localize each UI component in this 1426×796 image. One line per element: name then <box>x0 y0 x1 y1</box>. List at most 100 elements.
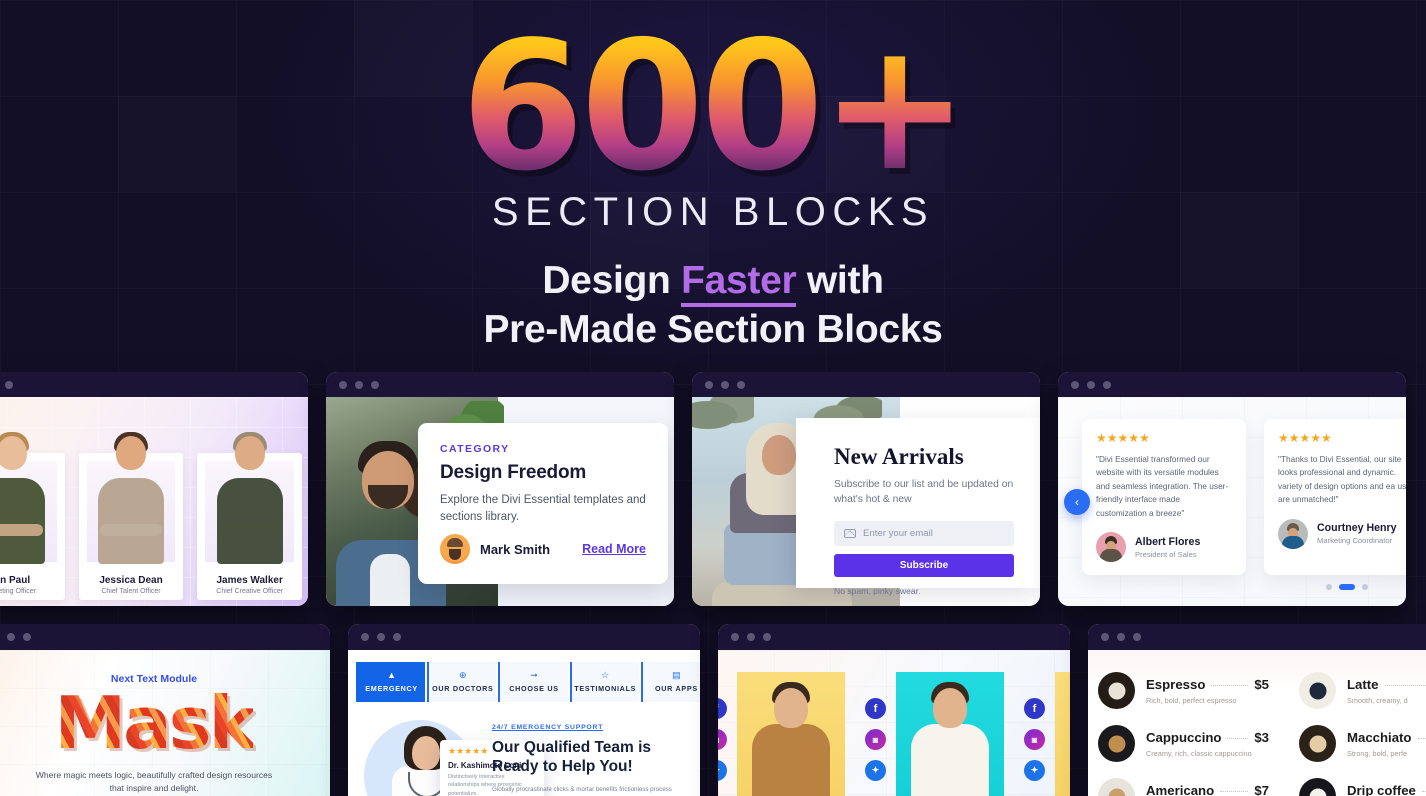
preview-card-blog[interactable]: CATEGORY Design Freedom Explore the Divi… <box>326 372 674 606</box>
member-name: James Walker <box>216 575 283 586</box>
instagram-icon[interactable]: ◙ <box>1024 729 1045 750</box>
avatar <box>1096 532 1126 563</box>
facebook-icon[interactable]: f <box>718 698 727 719</box>
read-more-link[interactable]: Read More <box>582 542 646 556</box>
carousel-dot[interactable] <box>1362 584 1368 590</box>
tab-label: TESTIMONIALS <box>574 684 637 693</box>
carousel-dots[interactable] <box>1326 584 1368 590</box>
testimonial-role: Marketing Coordinator <box>1317 536 1393 546</box>
testimonial-name: Albert Flores <box>1135 535 1201 548</box>
window-dot-minimize-icon <box>377 633 385 641</box>
carousel-dot-active[interactable] <box>1339 584 1355 590</box>
newsletter-body: Subscribe to our list and be updated on … <box>834 479 1014 506</box>
newsletter-panel: New Arrivals Subscribe to our list and b… <box>796 418 1040 596</box>
card-viewport: Next Text Module Mask Where magic meets … <box>0 650 330 796</box>
bell-icon: ▲ <box>387 670 397 680</box>
menu-item[interactable]: Espresso $5 Rich, bold, perfect espresso <box>1098 672 1269 709</box>
facebook-icon[interactable]: f <box>865 698 886 719</box>
team-member-card[interactable]: Jessica Dean Chief Talent Officer <box>78 432 184 600</box>
twitter-icon[interactable]: ✦ <box>718 760 727 781</box>
item-name: Macchiato <box>1347 729 1412 745</box>
menu-item[interactable]: Cappuccino $3 Creamy, rich, classic capp… <box>1098 725 1269 762</box>
blog-category: CATEGORY <box>440 443 510 455</box>
social-team-member[interactable]: f ◙ ✦ <box>1024 672 1070 796</box>
newsletter-note: No spam, pinky swear. <box>834 585 921 596</box>
menu-item[interactable]: Latte Smooth, creamy, d <box>1299 672 1426 709</box>
browser-chrome <box>0 372 308 397</box>
member-photo <box>0 432 53 564</box>
tagline-highlight: Faster <box>681 259 797 307</box>
tagline-part-2: with <box>796 259 884 302</box>
member-role: Chief Talent Officer <box>101 588 161 595</box>
avatar <box>1278 518 1308 549</box>
preview-card-mask-text[interactable]: Next Text Module Mask Where magic meets … <box>0 624 330 796</box>
newsletter-heading: New Arrivals <box>834 444 964 469</box>
tab-our-doctors[interactable]: ⊕ OUR DOCTORS <box>427 662 497 702</box>
menu-item[interactable]: Macchiato Strong, bold, perfe <box>1299 725 1426 762</box>
carousel-prev-button[interactable]: ‹ <box>1064 488 1090 515</box>
social-team-member[interactable]: f ◙ ✦ <box>718 672 845 796</box>
medical-heading: Our Qualified Team is Ready to Help You! <box>492 739 652 776</box>
team-member-card[interactable]: James Walker Chief Creative Officer <box>197 432 303 600</box>
email-field[interactable]: Enter your email <box>834 520 1014 546</box>
page-title-count: 600+ <box>460 3 970 210</box>
window-dot-maximize-icon <box>1103 380 1111 389</box>
card-viewport: f ◙ ✦ f ◙ ✦ <box>718 650 1070 796</box>
preview-card-newsletter[interactable]: New Arrivals Subscribe to our list and b… <box>692 372 1040 606</box>
preview-card-social-team[interactable]: f ◙ ✦ f ◙ ✦ <box>718 624 1070 796</box>
card-viewport: New Arrivals Subscribe to our list and b… <box>692 397 1040 606</box>
envelope-icon <box>844 528 856 538</box>
browser-chrome <box>1058 372 1406 397</box>
email-placeholder: Enter your email <box>863 527 933 539</box>
member-photo <box>896 672 1004 796</box>
item-image <box>1299 725 1336 762</box>
testimonial-card[interactable]: ★★★★★ "Thanks to Divi Essential, our sit… <box>1264 419 1406 576</box>
twitter-icon[interactable]: ✦ <box>865 760 886 781</box>
testimonial-card[interactable]: ★★★★★ "Divi Essential transformed our we… <box>1082 419 1246 576</box>
card-viewport: an Paul arketing Officer Jessica Dean Ch… <box>0 397 308 606</box>
window-dot-maximize-icon <box>5 380 13 389</box>
facebook-icon[interactable]: f <box>1024 698 1045 719</box>
item-desc: Strong, bold, perfe <box>1347 748 1408 758</box>
window-dot-close-icon <box>1101 633 1109 641</box>
item-name: Latte <box>1347 676 1379 692</box>
instagram-icon[interactable]: ◙ <box>865 729 886 750</box>
preview-card-coffee-menu[interactable]: Espresso $5 Rich, bold, perfect espresso <box>1088 624 1426 796</box>
twitter-icon[interactable]: ✦ <box>1024 760 1045 781</box>
dot-leader <box>1384 684 1426 686</box>
tab-our-apps[interactable]: ▤ OUR APPS <box>640 662 700 702</box>
testimonial-name: Courtney Henry <box>1317 522 1397 535</box>
member-name: an Paul <box>0 575 31 586</box>
blog-body: Explore the Divi Essential templates and… <box>440 494 646 523</box>
window-dot-minimize-icon <box>721 380 729 389</box>
instagram-icon[interactable]: ◙ <box>718 729 727 750</box>
team-member-card[interactable]: an Paul arketing Officer <box>0 432 65 600</box>
preview-card-team[interactable]: an Paul arketing Officer Jessica Dean Ch… <box>0 372 308 606</box>
browser-chrome <box>718 624 1070 650</box>
tab-testimonials[interactable]: ☆ TESTIMONIALS <box>569 662 639 702</box>
dot-leader <box>1421 790 1426 792</box>
blog-author: Mark Smith <box>480 541 551 557</box>
mask-subtitle: Where magic meets logic, beautifully cra… <box>35 769 273 793</box>
card-row-bottom: Next Text Module Mask Where magic meets … <box>0 624 1426 796</box>
carousel-dot[interactable] <box>1326 584 1332 590</box>
social-links: f ◙ ✦ <box>718 672 727 781</box>
tab-label: CHOOSE US <box>509 684 559 693</box>
preview-card-medical[interactable]: ▲ EMERGENCY ⊕ OUR DOCTORS ➞ CHOOSE US ☆ … <box>348 624 700 796</box>
testimonial-footer: Courtney Henry Marketing Coordinator <box>1278 518 1406 549</box>
item-name: Cappuccino <box>1146 729 1222 745</box>
preview-card-testimonials[interactable]: ★★★★★ "Divi Essential transformed our we… <box>1058 372 1406 606</box>
menu-item[interactable]: Americano $7 Smooth, bold, pure American… <box>1098 778 1269 796</box>
testimonial-list: ★★★★★ "Divi Essential transformed our we… <box>1082 419 1406 576</box>
menu-item[interactable]: Drip coffee Robust, flavorful, cr <box>1299 778 1426 796</box>
tab-choose-us[interactable]: ➞ CHOOSE US <box>498 662 568 702</box>
blog-content-card: CATEGORY Design Freedom Explore the Divi… <box>418 423 668 584</box>
team-list: an Paul arketing Officer Jessica Dean Ch… <box>0 397 308 606</box>
social-team-member[interactable]: f ◙ ✦ <box>865 672 1004 796</box>
subscribe-button[interactable]: Subscribe <box>834 553 1014 577</box>
tab-emergency[interactable]: ▲ EMERGENCY <box>356 662 426 702</box>
item-desc: Smooth, creamy, d <box>1347 695 1408 705</box>
social-team-list: f ◙ ✦ f ◙ ✦ <box>718 672 1070 796</box>
window-dot-minimize-icon <box>1117 633 1125 641</box>
testimonial-footer: Albert Flores President of Sales <box>1096 532 1232 563</box>
